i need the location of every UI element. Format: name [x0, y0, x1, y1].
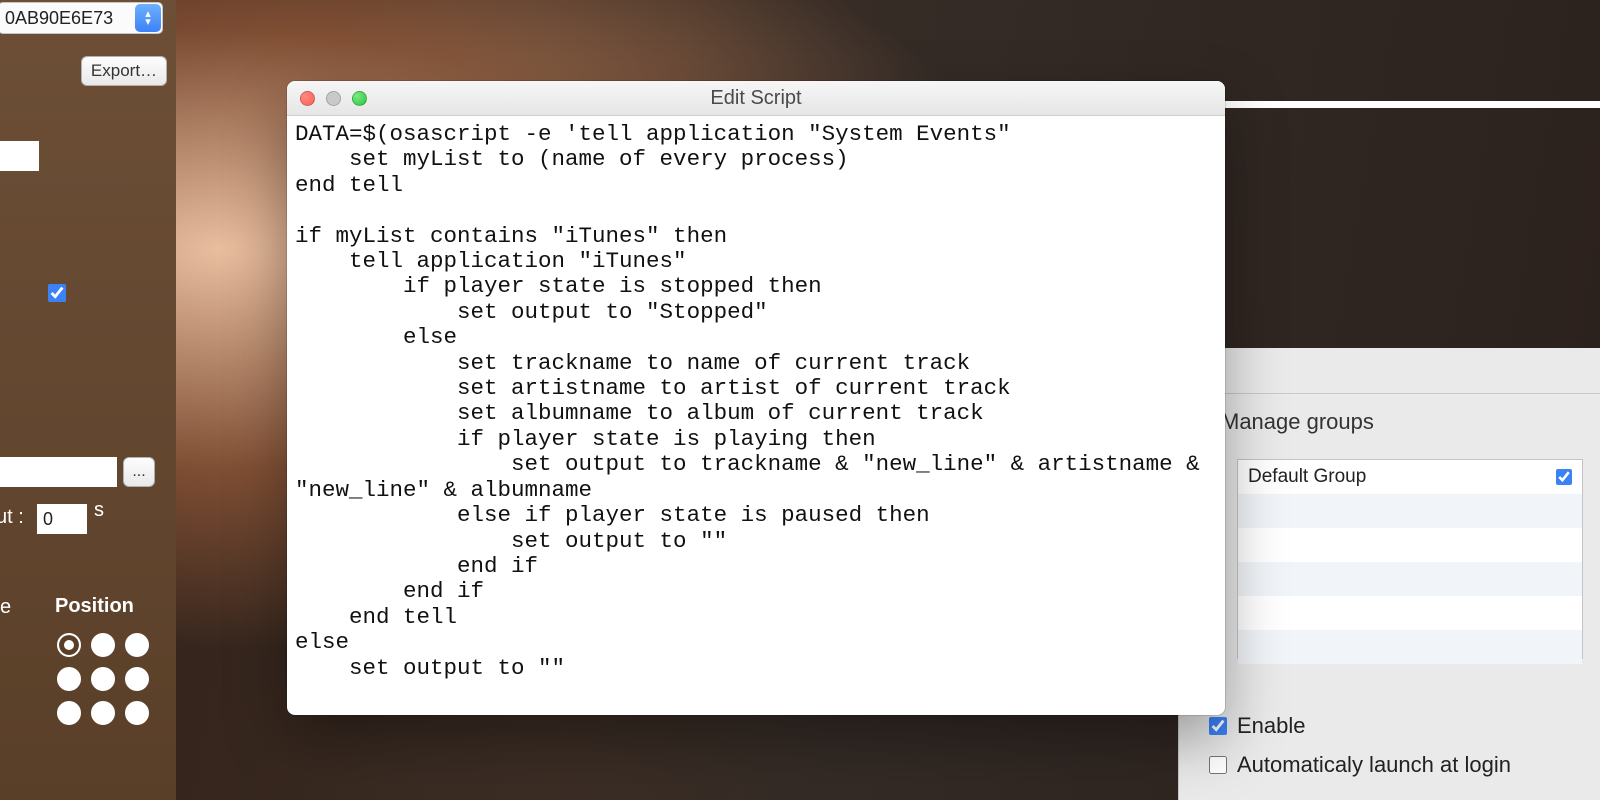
- position-dot-mid-left[interactable]: [57, 667, 81, 691]
- position-dot-top-left[interactable]: [57, 633, 81, 657]
- position-dot-center[interactable]: [91, 667, 115, 691]
- timeout-field[interactable]: [37, 504, 87, 534]
- group-row-checkbox[interactable]: [1556, 469, 1572, 485]
- groups-panel-header-bar: [1179, 348, 1600, 394]
- position-dot-top-right[interactable]: [125, 633, 149, 657]
- launch-at-login-checkbox[interactable]: [1209, 756, 1227, 774]
- position-label: Position: [55, 595, 134, 618]
- numeric-field-65[interactable]: [0, 141, 39, 171]
- groups-panel: Manage groups Default Group Enable Autom…: [1178, 354, 1600, 800]
- command-more-button[interactable]: ...: [123, 457, 155, 487]
- groups-list[interactable]: Default Group: [1237, 459, 1583, 659]
- command-field[interactable]: [0, 457, 117, 487]
- stepper-icon[interactable]: [135, 4, 161, 32]
- position-dot-top-center[interactable]: [91, 633, 115, 657]
- position-grid: [57, 633, 153, 729]
- position-dot-bottom-left[interactable]: [57, 701, 81, 725]
- group-row-default[interactable]: Default Group: [1238, 460, 1582, 494]
- properties-panel: 0AB90E6E73 Export… ... ut : s e Position: [0, 0, 176, 800]
- id-dropdown[interactable]: 0AB90E6E73: [0, 2, 163, 34]
- manage-groups-title: Manage groups: [1221, 409, 1374, 435]
- seconds-label: s: [94, 499, 104, 522]
- label-fragment-e: e: [0, 596, 11, 619]
- group-row-empty: [1238, 528, 1582, 562]
- option-checkbox[interactable]: [48, 284, 66, 302]
- launch-at-login-toggle[interactable]: Automaticaly launch at login: [1209, 752, 1511, 778]
- group-row-label: Default Group: [1248, 466, 1366, 488]
- group-row-empty: [1238, 630, 1582, 664]
- edit-script-window: Edit Script DATA=$(osascript -e 'tell ap…: [287, 81, 1225, 715]
- position-dot-bottom-right[interactable]: [125, 701, 149, 725]
- window-titlebar[interactable]: Edit Script: [287, 81, 1225, 116]
- script-textarea[interactable]: DATA=$(osascript -e 'tell application "S…: [287, 116, 1225, 689]
- enable-checkbox[interactable]: [1209, 717, 1227, 735]
- group-row-empty: [1238, 562, 1582, 596]
- window-title: Edit Script: [287, 87, 1225, 110]
- launch-at-login-label: Automaticaly launch at login: [1237, 752, 1511, 778]
- export-button[interactable]: Export…: [81, 56, 167, 86]
- enable-toggle[interactable]: Enable: [1209, 713, 1306, 739]
- group-row-empty: [1238, 494, 1582, 528]
- enable-label: Enable: [1237, 713, 1306, 739]
- position-dot-bottom-center[interactable]: [91, 701, 115, 725]
- id-dropdown-value: 0AB90E6E73: [5, 8, 113, 29]
- position-dot-mid-right[interactable]: [125, 667, 149, 691]
- group-row-empty: [1238, 596, 1582, 630]
- timeout-label-fragment: ut :: [0, 506, 24, 529]
